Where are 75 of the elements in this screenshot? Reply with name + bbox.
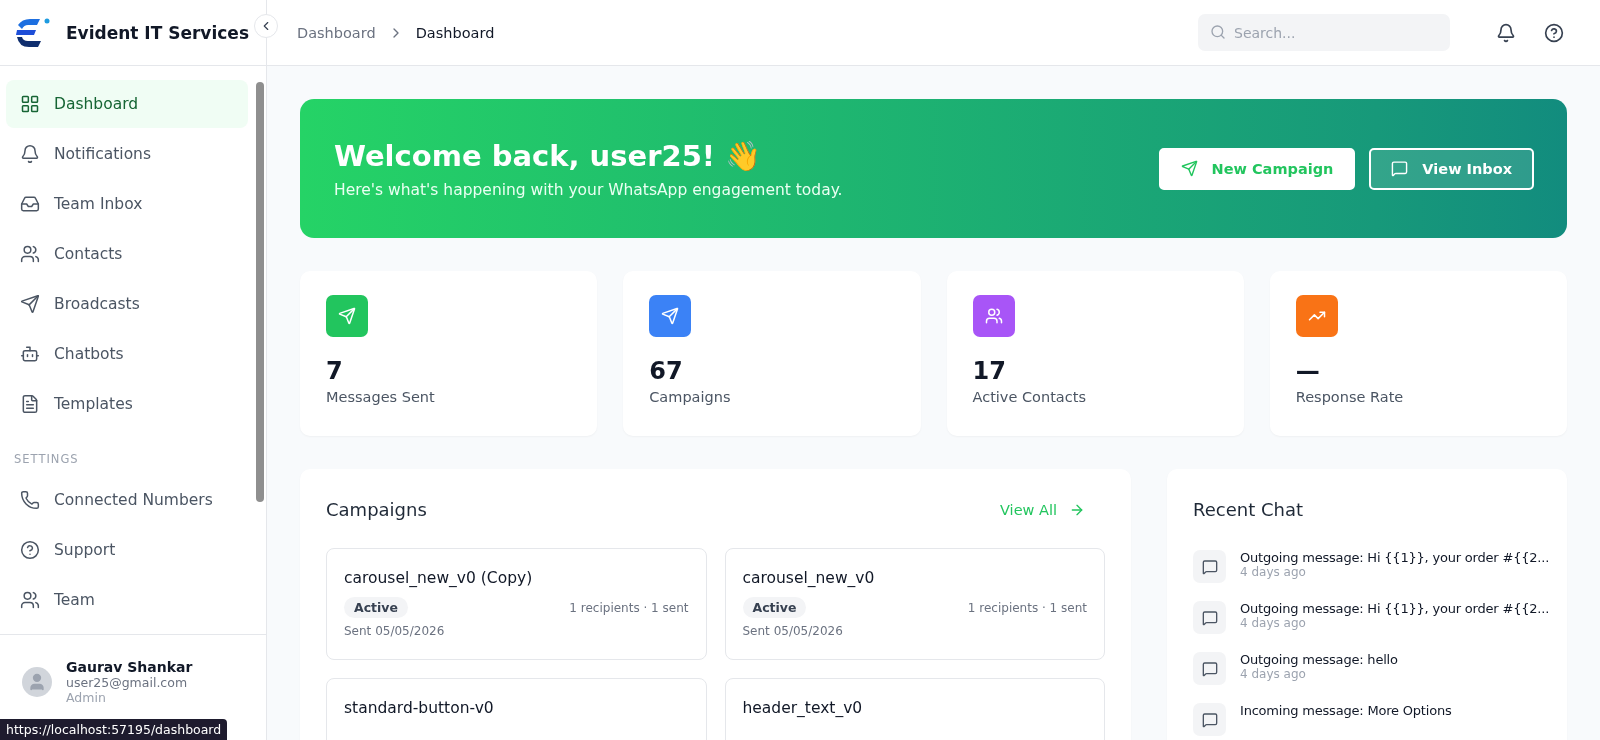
stat-label: Campaigns — [649, 389, 732, 405]
chat-message[interactable]: Outgoing message: Hi {{1}}, your order #{{2... — [1240, 601, 1550, 616]
campaign-name: carousel_new_v0 (Copy) — [344, 569, 534, 587]
stat-value: — — [1295, 357, 1321, 385]
stat-label: Active Contacts — [972, 389, 1087, 405]
campaign-name: standard-button-v0 — [344, 699, 495, 717]
user-name: Gaurav Shankar — [66, 658, 193, 675]
user-role: Admin — [66, 689, 106, 705]
campaign-date: Sent 05/05/2026 — [344, 624, 446, 638]
stat-value: 7 — [326, 357, 344, 385]
user-email: user25@gmail.com — [66, 674, 189, 690]
stat-label: Response Rate — [1295, 389, 1405, 405]
chat-message[interactable]: Outgoing message: hello — [1240, 652, 1398, 667]
users-icon — [20, 590, 40, 610]
logo-icon — [14, 16, 52, 49]
campaign-name: carousel_new_v0 — [742, 569, 876, 587]
help-icon — [1544, 22, 1564, 43]
sidebar-item[interactable]: Support — [6, 526, 248, 574]
chat-time: 4 days ago — [1240, 565, 1307, 579]
panel-title: Campaigns — [326, 499, 427, 520]
users-icon — [20, 244, 40, 264]
chat-time: 4 days ago — [1240, 616, 1307, 630]
help-icon — [20, 540, 40, 560]
welcome-subtitle: Here's what's happening with your WhatsApp engagement today. — [334, 180, 843, 199]
sidebar-item[interactable]: Templates — [6, 380, 248, 428]
link-url-tooltip: https://localhost:57195/dashboard — [0, 719, 228, 740]
avatar — [22, 666, 52, 697]
welcome-title: Welcome back, user25! 👋 — [334, 138, 763, 173]
sidebar-item[interactable]: Broadcasts — [6, 280, 248, 328]
stat-label: Messages Sent — [326, 389, 436, 405]
campaign-meta: 1 recipients · 1 sent — [569, 600, 689, 615]
collapse-button[interactable] — [254, 14, 278, 38]
campaign-card[interactable]: header_text_v0 — [724, 678, 1105, 740]
bell-icon — [1496, 22, 1516, 43]
document-icon — [20, 394, 40, 414]
sidebar-item[interactable]: Connected Numbers — [6, 476, 248, 524]
sidebar-item[interactable]: Team Inbox — [6, 180, 248, 228]
bell-icon — [20, 144, 40, 164]
chat-icon — [1193, 601, 1226, 634]
breadcrumb-item: Dashboard — [415, 24, 495, 41]
grid-icon — [20, 94, 40, 114]
breadcrumb-item[interactable]: Dashboard — [297, 24, 376, 41]
campaign-date: Sent 05/05/2026 — [742, 624, 844, 638]
chat-icon — [1193, 652, 1226, 685]
search-icon — [1210, 24, 1226, 40]
sidebar-item[interactable]: Contacts — [6, 230, 248, 278]
sidebar-item[interactable]: Dashboard — [6, 80, 248, 128]
sidebar-item[interactable]: Chatbots — [6, 330, 248, 378]
status-badge: Active — [742, 597, 807, 618]
campaign-card[interactable]: carousel_new_v0 (Copy) Active 1 recipients · 1 sent Sent 05/05/2026 — [326, 548, 707, 660]
chat-time: 4 days ago — [1240, 667, 1307, 681]
robot-icon — [20, 344, 40, 364]
sidebar-item[interactable]: Team — [6, 576, 248, 624]
phone-icon — [20, 490, 40, 510]
chat-icon — [1193, 703, 1226, 736]
inbox-icon — [20, 194, 40, 214]
chat-message[interactable]: Incoming message: More Options — [1240, 703, 1452, 718]
chat-message[interactable]: Outgoing message: Hi {{1}}, your order #{{2... — [1240, 550, 1550, 565]
sidebar-item[interactable]: Notifications — [6, 130, 248, 178]
section-title: SETTINGS — [13, 451, 80, 468]
paper-plane-icon — [1180, 160, 1198, 177]
scrollbar-thumb[interactable] — [256, 82, 264, 502]
brand-name: Evident IT Services — [66, 22, 249, 43]
panel-title: Recent Chat — [1193, 499, 1304, 520]
campaign-card[interactable]: carousel_new_v0 Active 1 recipients · 1 sent Sent 05/05/2026 — [724, 548, 1105, 660]
chat-icon — [1391, 160, 1409, 177]
chat-icon — [1193, 550, 1226, 583]
status-badge: Active — [344, 597, 408, 618]
stat-value: 17 — [972, 357, 1007, 385]
paper-plane-icon — [20, 294, 40, 314]
search-field[interactable]: Search... — [1198, 14, 1450, 51]
campaign-name: header_text_v0 — [742, 699, 864, 717]
campaign-card[interactable]: standard-button-v0 — [326, 678, 707, 740]
campaign-meta: 1 recipients · 1 sent — [967, 600, 1087, 615]
stat-value: 67 — [649, 357, 684, 385]
